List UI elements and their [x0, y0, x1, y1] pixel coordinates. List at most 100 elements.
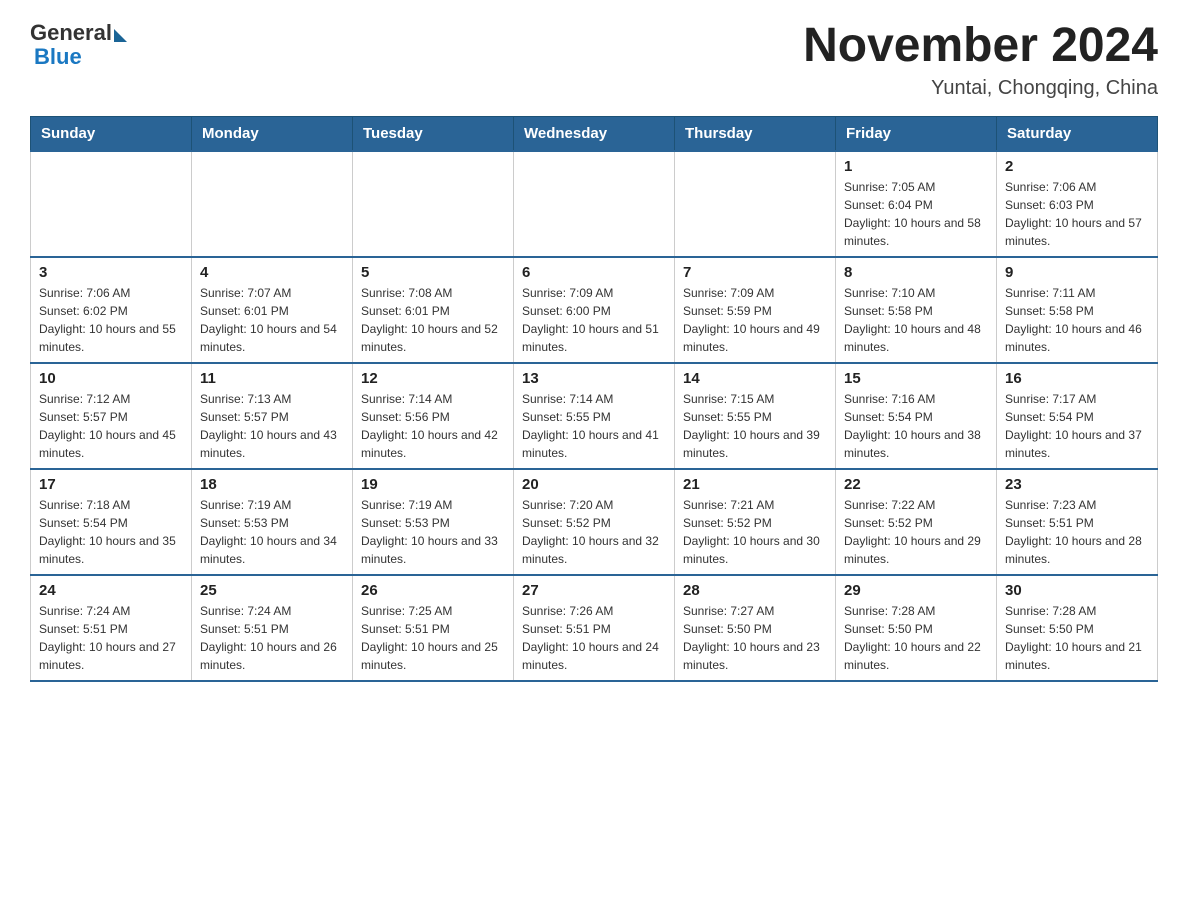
calendar-cell: 29 Sunrise: 7:28 AMSunset: 5:50 PMDayligh…	[836, 575, 997, 681]
logo-arrow-icon	[114, 29, 127, 42]
calendar-cell: 25 Sunrise: 7:24 AMSunset: 5:51 PMDayligh…	[192, 575, 353, 681]
calendar-cell: 6 Sunrise: 7:09 AMSunset: 6:00 PMDaylight…	[514, 257, 675, 363]
calendar-cell: 23 Sunrise: 7:23 AMSunset: 5:51 PMDayligh…	[997, 469, 1158, 575]
day-info: Sunrise: 7:13 AMSunset: 5:57 PMDaylight:…	[200, 390, 344, 462]
day-number: 2	[1005, 158, 1149, 175]
day-info: Sunrise: 7:14 AMSunset: 5:55 PMDaylight:…	[522, 390, 666, 462]
calendar-cell: 16 Sunrise: 7:17 AMSunset: 5:54 PMDayligh…	[997, 363, 1158, 469]
logo-general-text: General	[30, 20, 112, 46]
day-number: 11	[200, 370, 344, 387]
day-number: 28	[683, 582, 827, 599]
calendar-cell: 27Sunrise: 7:26 AMSunset: 5:51 PMDayligh…	[514, 575, 675, 681]
calendar-cell: 11 Sunrise: 7:13 AMSunset: 5:57 PMDayligh…	[192, 363, 353, 469]
calendar-cell	[31, 151, 192, 257]
day-number: 6	[522, 264, 666, 281]
day-info: Sunrise: 7:08 AMSunset: 6:01 PMDaylight:…	[361, 284, 505, 356]
calendar-cell: 10 Sunrise: 7:12 AMSunset: 5:57 PMDayligh…	[31, 363, 192, 469]
calendar-week-row: 10 Sunrise: 7:12 AMSunset: 5:57 PMDayligh…	[31, 363, 1158, 469]
day-number: 14	[683, 370, 827, 387]
calendar-cell: 17Sunrise: 7:18 AMSunset: 5:54 PMDayligh…	[31, 469, 192, 575]
day-number: 26	[361, 582, 505, 599]
day-number: 4	[200, 264, 344, 281]
calendar-cell: 13 Sunrise: 7:14 AMSunset: 5:55 PMDayligh…	[514, 363, 675, 469]
day-number: 23	[1005, 476, 1149, 493]
day-number: 8	[844, 264, 988, 281]
calendar-cell: 12 Sunrise: 7:14 AMSunset: 5:56 PMDayligh…	[353, 363, 514, 469]
weekday-header-sunday: Sunday	[31, 116, 192, 151]
day-number: 21	[683, 476, 827, 493]
day-info: Sunrise: 7:24 AMSunset: 5:51 PMDaylight:…	[200, 602, 344, 674]
day-number: 18	[200, 476, 344, 493]
day-info: Sunrise: 7:14 AMSunset: 5:56 PMDaylight:…	[361, 390, 505, 462]
day-info: Sunrise: 7:19 AMSunset: 5:53 PMDaylight:…	[200, 496, 344, 568]
calendar-week-row: 1Sunrise: 7:05 AMSunset: 6:04 PMDaylight…	[31, 151, 1158, 257]
calendar-cell: 26 Sunrise: 7:25 AMSunset: 5:51 PMDayligh…	[353, 575, 514, 681]
day-info: Sunrise: 7:28 AMSunset: 5:50 PMDaylight:…	[1005, 602, 1149, 674]
calendar-cell: 22 Sunrise: 7:22 AMSunset: 5:52 PMDayligh…	[836, 469, 997, 575]
weekday-header-wednesday: Wednesday	[514, 116, 675, 151]
calendar-cell: 2 Sunrise: 7:06 AMSunset: 6:03 PMDaylight…	[997, 151, 1158, 257]
title-area: November 2024 Yuntai, Chongqing, China	[803, 20, 1158, 100]
logo: General Blue	[30, 20, 127, 70]
calendar-cell: 15Sunrise: 7:16 AMSunset: 5:54 PMDayligh…	[836, 363, 997, 469]
day-info: Sunrise: 7:16 AMSunset: 5:54 PMDaylight:…	[844, 390, 988, 462]
calendar-cell	[675, 151, 836, 257]
day-info: Sunrise: 7:19 AMSunset: 5:53 PMDaylight:…	[361, 496, 505, 568]
calendar-week-row: 24 Sunrise: 7:24 AMSunset: 5:51 PMDayligh…	[31, 575, 1158, 681]
day-number: 10	[39, 370, 183, 387]
day-number: 24	[39, 582, 183, 599]
day-info: Sunrise: 7:17 AMSunset: 5:54 PMDaylight:…	[1005, 390, 1149, 462]
calendar-cell: 3 Sunrise: 7:06 AMSunset: 6:02 PMDaylight…	[31, 257, 192, 363]
calendar-cell: 28Sunrise: 7:27 AMSunset: 5:50 PMDayligh…	[675, 575, 836, 681]
day-number: 3	[39, 264, 183, 281]
calendar-table: SundayMondayTuesdayWednesdayThursdayFrid…	[30, 116, 1158, 682]
calendar-cell: 5 Sunrise: 7:08 AMSunset: 6:01 PMDaylight…	[353, 257, 514, 363]
day-number: 20	[522, 476, 666, 493]
weekday-header-saturday: Saturday	[997, 116, 1158, 151]
calendar-cell	[353, 151, 514, 257]
day-number: 30	[1005, 582, 1149, 599]
day-info: Sunrise: 7:25 AMSunset: 5:51 PMDaylight:…	[361, 602, 505, 674]
day-info: Sunrise: 7:09 AMSunset: 6:00 PMDaylight:…	[522, 284, 666, 356]
calendar-week-row: 17Sunrise: 7:18 AMSunset: 5:54 PMDayligh…	[31, 469, 1158, 575]
calendar-cell	[192, 151, 353, 257]
day-number: 19	[361, 476, 505, 493]
calendar-location: Yuntai, Chongqing, China	[803, 77, 1158, 100]
day-number: 13	[522, 370, 666, 387]
calendar-cell	[514, 151, 675, 257]
day-info: Sunrise: 7:15 AMSunset: 5:55 PMDaylight:…	[683, 390, 827, 462]
day-number: 29	[844, 582, 988, 599]
day-info: Sunrise: 7:28 AMSunset: 5:50 PMDaylight:…	[844, 602, 988, 674]
weekday-header-tuesday: Tuesday	[353, 116, 514, 151]
calendar-cell: 21 Sunrise: 7:21 AMSunset: 5:52 PMDayligh…	[675, 469, 836, 575]
calendar-cell: 7 Sunrise: 7:09 AMSunset: 5:59 PMDaylight…	[675, 257, 836, 363]
day-info: Sunrise: 7:23 AMSunset: 5:51 PMDaylight:…	[1005, 496, 1149, 568]
day-number: 22	[844, 476, 988, 493]
day-info: Sunrise: 7:21 AMSunset: 5:52 PMDaylight:…	[683, 496, 827, 568]
day-info: Sunrise: 7:07 AMSunset: 6:01 PMDaylight:…	[200, 284, 344, 356]
calendar-cell: 8Sunrise: 7:10 AMSunset: 5:58 PMDaylight…	[836, 257, 997, 363]
weekday-header-friday: Friday	[836, 116, 997, 151]
day-info: Sunrise: 7:18 AMSunset: 5:54 PMDaylight:…	[39, 496, 183, 568]
day-info: Sunrise: 7:06 AMSunset: 6:03 PMDaylight:…	[1005, 178, 1149, 250]
day-number: 27	[522, 582, 666, 599]
day-number: 5	[361, 264, 505, 281]
day-info: Sunrise: 7:09 AMSunset: 5:59 PMDaylight:…	[683, 284, 827, 356]
day-info: Sunrise: 7:06 AMSunset: 6:02 PMDaylight:…	[39, 284, 183, 356]
day-number: 7	[683, 264, 827, 281]
day-number: 12	[361, 370, 505, 387]
day-info: Sunrise: 7:22 AMSunset: 5:52 PMDaylight:…	[844, 496, 988, 568]
day-info: Sunrise: 7:05 AMSunset: 6:04 PMDaylight:…	[844, 178, 988, 250]
day-number: 16	[1005, 370, 1149, 387]
day-info: Sunrise: 7:11 AMSunset: 5:58 PMDaylight:…	[1005, 284, 1149, 356]
header: General Blue November 2024 Yuntai, Chong…	[30, 20, 1158, 100]
calendar-cell: 30 Sunrise: 7:28 AMSunset: 5:50 PMDayligh…	[997, 575, 1158, 681]
logo-blue-text: Blue	[34, 44, 82, 70]
day-info: Sunrise: 7:24 AMSunset: 5:51 PMDaylight:…	[39, 602, 183, 674]
weekday-header-row: SundayMondayTuesdayWednesdayThursdayFrid…	[31, 116, 1158, 151]
day-number: 25	[200, 582, 344, 599]
calendar-cell: 14 Sunrise: 7:15 AMSunset: 5:55 PMDayligh…	[675, 363, 836, 469]
weekday-header-thursday: Thursday	[675, 116, 836, 151]
day-info: Sunrise: 7:12 AMSunset: 5:57 PMDaylight:…	[39, 390, 183, 462]
calendar-cell: 18 Sunrise: 7:19 AMSunset: 5:53 PMDayligh…	[192, 469, 353, 575]
